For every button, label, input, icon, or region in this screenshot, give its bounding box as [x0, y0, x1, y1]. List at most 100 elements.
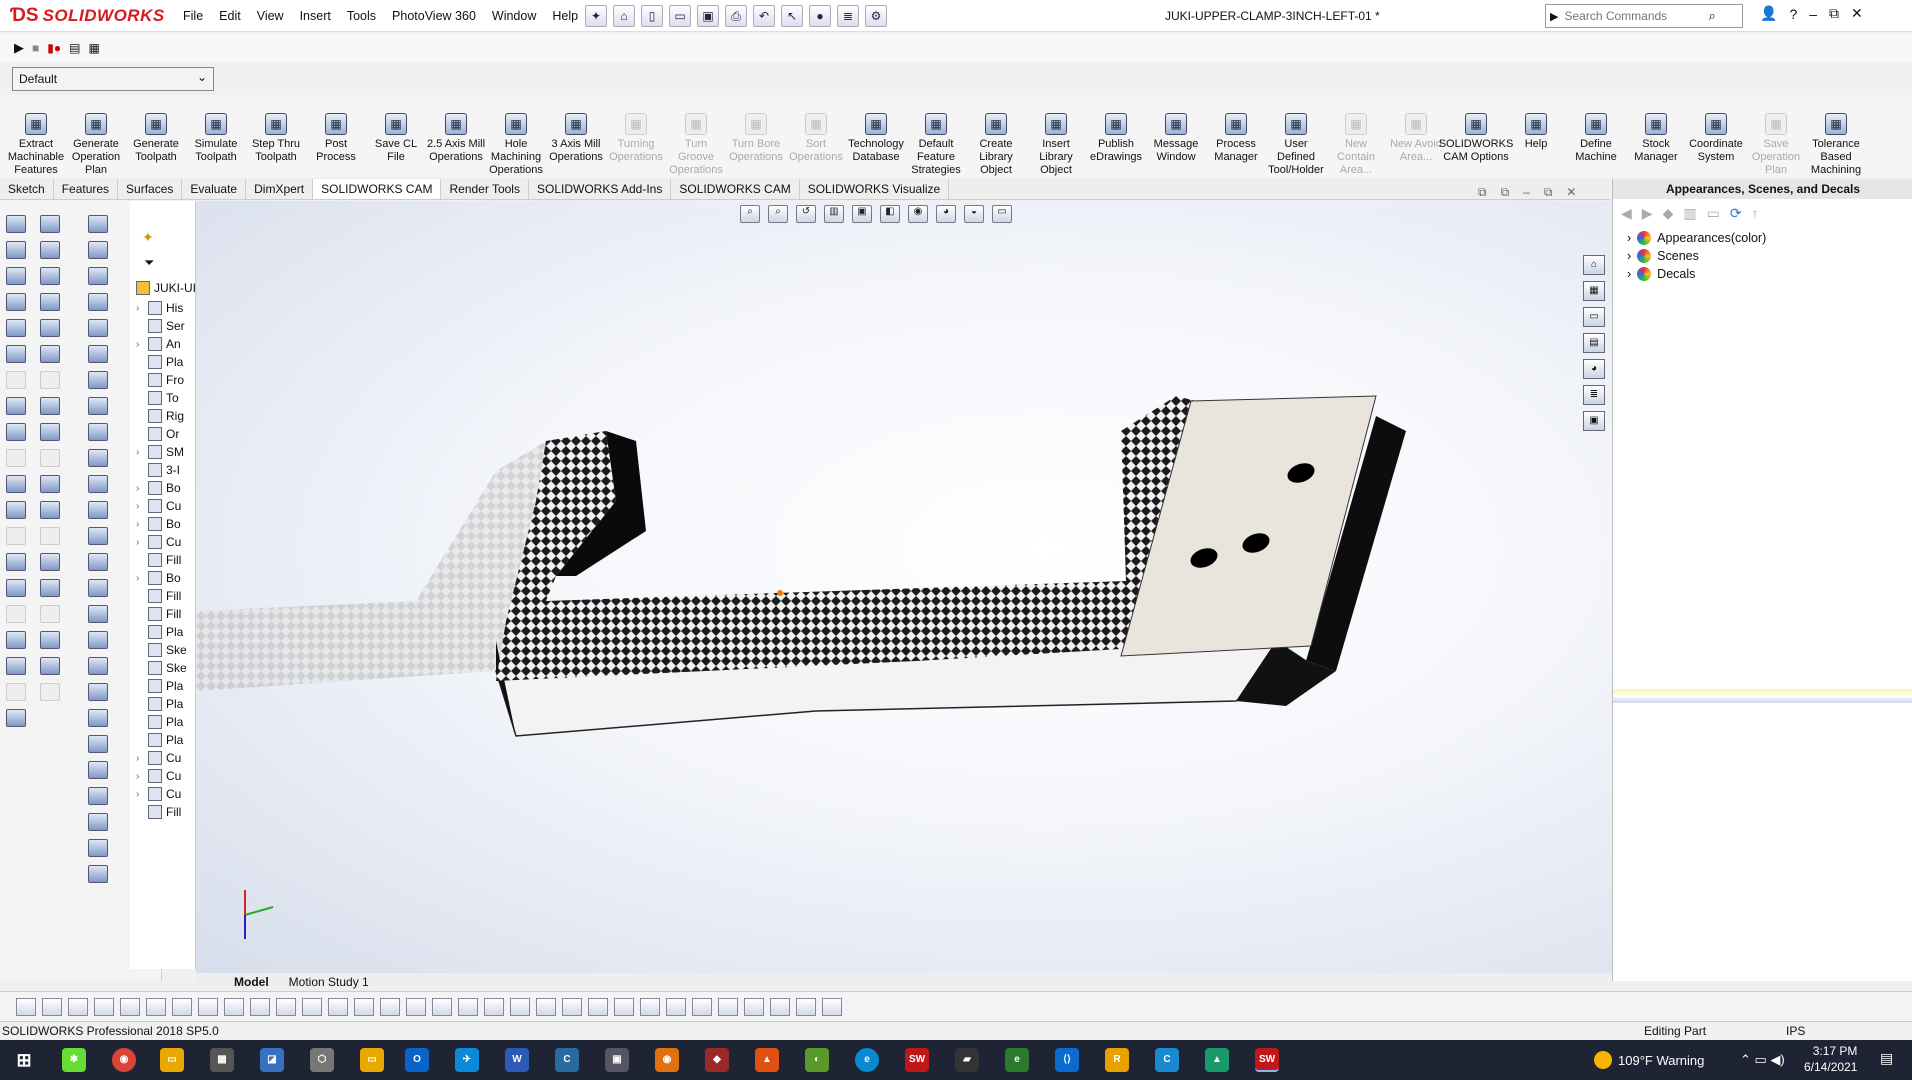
play-icon[interactable]: ▶: [14, 40, 24, 56]
tool-1-10-icon[interactable]: [6, 475, 26, 493]
tree-item[interactable]: Fill: [136, 551, 181, 569]
ribbon-message-window-button[interactable]: ▦ Message Window: [1146, 95, 1206, 177]
display-style-icon[interactable]: ◧: [880, 205, 900, 223]
view-orientation-icon[interactable]: ▣: [852, 205, 872, 223]
tree-item[interactable]: Pla: [136, 623, 183, 641]
menu-file[interactable]: File: [175, 9, 211, 23]
expand-chevron-icon[interactable]: ›: [1627, 231, 1631, 245]
design-library-icon[interactable]: ▦: [1583, 281, 1605, 301]
weather-widget[interactable]: 109°F Warning: [1594, 1051, 1704, 1069]
tab-sketch[interactable]: Sketch: [0, 179, 54, 199]
tool-3-19-icon[interactable]: [88, 709, 108, 727]
tool-1-3-icon[interactable]: [6, 293, 26, 311]
graphics-area[interactable]: [196, 201, 1612, 973]
tool-3-4-icon[interactable]: [88, 319, 108, 337]
ribbon-turn-groove-operations-button[interactable]: ▦ Turn Groove Operations: [666, 95, 726, 177]
ribbon-publish-edrawings-button[interactable]: ▦ Publish eDrawings: [1086, 95, 1146, 177]
outlook-icon[interactable]: O: [405, 1048, 429, 1072]
tool-3-20-icon[interactable]: [88, 735, 108, 753]
selection-tool-15-icon[interactable]: [406, 997, 426, 1016]
viewport-split-icon[interactable]: ⧉: [1478, 185, 1487, 200]
appearance-tree-decals[interactable]: › Decals: [1627, 267, 1695, 281]
view-settings-icon[interactable]: ▭: [992, 205, 1012, 223]
menu-edit[interactable]: Edit: [211, 9, 249, 23]
ribbon-save-operation-plan-button[interactable]: ▦ Save Operation Plan: [1746, 95, 1806, 177]
tool-3-18-icon[interactable]: [88, 683, 108, 701]
selection-tool-24-icon[interactable]: [640, 997, 660, 1016]
ribbon-generate-toolpath-button[interactable]: ▦ Generate Toolpath: [126, 95, 186, 177]
tool-2-4-icon[interactable]: [40, 319, 60, 337]
tree-item[interactable]: Pla: [136, 677, 183, 695]
tool-1-19-icon[interactable]: [6, 709, 26, 727]
ribbon-create-library-object-button[interactable]: ▦ Create Library Object: [966, 95, 1026, 177]
tree-item[interactable]: › An: [136, 335, 181, 353]
tool-2-6-icon[interactable]: [40, 371, 60, 389]
add-folder-icon[interactable]: ▭: [1707, 205, 1720, 222]
windows-start-icon[interactable]: ⊞: [12, 1048, 36, 1072]
vscode-icon[interactable]: ⟨⟩: [1055, 1048, 1079, 1072]
up-icon[interactable]: ↑: [1752, 205, 1759, 222]
tool-1-8-icon[interactable]: [6, 423, 26, 441]
filter-icon[interactable]: ⏷: [144, 255, 154, 271]
tool-1-16-icon[interactable]: [6, 631, 26, 649]
tab-render-tools[interactable]: Render Tools: [441, 179, 529, 199]
tool-3-21-icon[interactable]: [88, 761, 108, 779]
appearance-tree-scenes[interactable]: › Scenes: [1627, 249, 1699, 263]
menu-view[interactable]: View: [249, 9, 292, 23]
notification-icon[interactable]: ▤: [1880, 1050, 1893, 1067]
open-folder-icon[interactable]: ▭: [669, 5, 691, 27]
selection-tool-0-icon[interactable]: [16, 997, 36, 1016]
ribbon-tolerance-based-machining-button[interactable]: ▦ Tolerance Based Machining: [1806, 95, 1866, 177]
selection-tool-18-icon[interactable]: [484, 997, 504, 1016]
forum-icon[interactable]: ▣: [1583, 411, 1605, 431]
pane-splitter[interactable]: [1613, 689, 1912, 703]
ribbon-turning-operations-button[interactable]: ▦ Turning Operations: [606, 95, 666, 177]
part-model[interactable]: [196, 201, 1612, 973]
solid-icon[interactable]: ▣: [605, 1048, 629, 1072]
tool-2-13-icon[interactable]: [40, 553, 60, 571]
ribbon-new-avoid-area-button[interactable]: ▦ New Avoid Area...: [1386, 95, 1446, 177]
cam-icon[interactable]: C: [555, 1048, 579, 1072]
traffic-light-icon[interactable]: ●: [809, 5, 831, 27]
search-commands-box[interactable]: ▶ ⌕: [1545, 4, 1743, 28]
tool-1-14-icon[interactable]: [6, 579, 26, 597]
selection-tool-10-icon[interactable]: [276, 997, 296, 1016]
tree-item[interactable]: Fill: [136, 605, 181, 623]
tool-1-9-icon[interactable]: [6, 449, 26, 467]
zoom-to-fit-icon[interactable]: ⌕: [740, 205, 760, 223]
print-icon[interactable]: ⎙: [725, 5, 747, 27]
tool-3-15-icon[interactable]: [88, 605, 108, 623]
warning-app-icon[interactable]: ▲: [755, 1048, 779, 1072]
tab-features[interactable]: Features: [54, 179, 119, 199]
tree-item[interactable]: Pla: [136, 353, 183, 371]
expand-chevron-icon[interactable]: ›: [136, 303, 144, 314]
expand-chevron-icon[interactable]: ›: [136, 537, 144, 548]
tab-solidworks-cam[interactable]: SOLIDWORKS CAM: [671, 179, 800, 199]
tree-item[interactable]: › Cu: [136, 785, 181, 803]
appearance-tree-appearances-color[interactable]: › Appearances(color): [1627, 231, 1766, 245]
status-units[interactable]: IPS: [1786, 1024, 1805, 1038]
ribbon-technology-database-button[interactable]: ▦ Technology Database: [846, 95, 906, 177]
tree-item[interactable]: Pla: [136, 695, 183, 713]
ribbon-simulate-toolpath-button[interactable]: ▦ Simulate Toolpath: [186, 95, 246, 177]
bottom-tab-motion-study-1[interactable]: Motion Study 1: [281, 974, 377, 990]
tool-2-9-icon[interactable]: [40, 449, 60, 467]
tool-3-7-icon[interactable]: [88, 397, 108, 415]
selection-tool-17-icon[interactable]: [458, 997, 478, 1016]
selection-tool-8-icon[interactable]: [224, 997, 244, 1016]
zoom-to-area-icon[interactable]: ⌕: [768, 205, 788, 223]
tool-2-5-icon[interactable]: [40, 345, 60, 363]
ribbon-coordinate-system-button[interactable]: ▦ Coordinate System: [1686, 95, 1746, 177]
menu-tools[interactable]: Tools: [339, 9, 384, 23]
plane-icon[interactable]: ✈: [455, 1048, 479, 1072]
selection-tool-2-icon[interactable]: [68, 997, 88, 1016]
tool-3-6-icon[interactable]: [88, 371, 108, 389]
selection-tool-21-icon[interactable]: [562, 997, 582, 1016]
tree-item[interactable]: › Cu: [136, 497, 181, 515]
bottom-tab-model[interactable]: Model: [226, 974, 277, 990]
record-icon[interactable]: ▮●: [47, 41, 61, 55]
selection-tool-27-icon[interactable]: [718, 997, 738, 1016]
tool-3-2-icon[interactable]: [88, 267, 108, 285]
tree-item[interactable]: › His: [136, 299, 183, 317]
tool-3-12-icon[interactable]: [88, 527, 108, 545]
